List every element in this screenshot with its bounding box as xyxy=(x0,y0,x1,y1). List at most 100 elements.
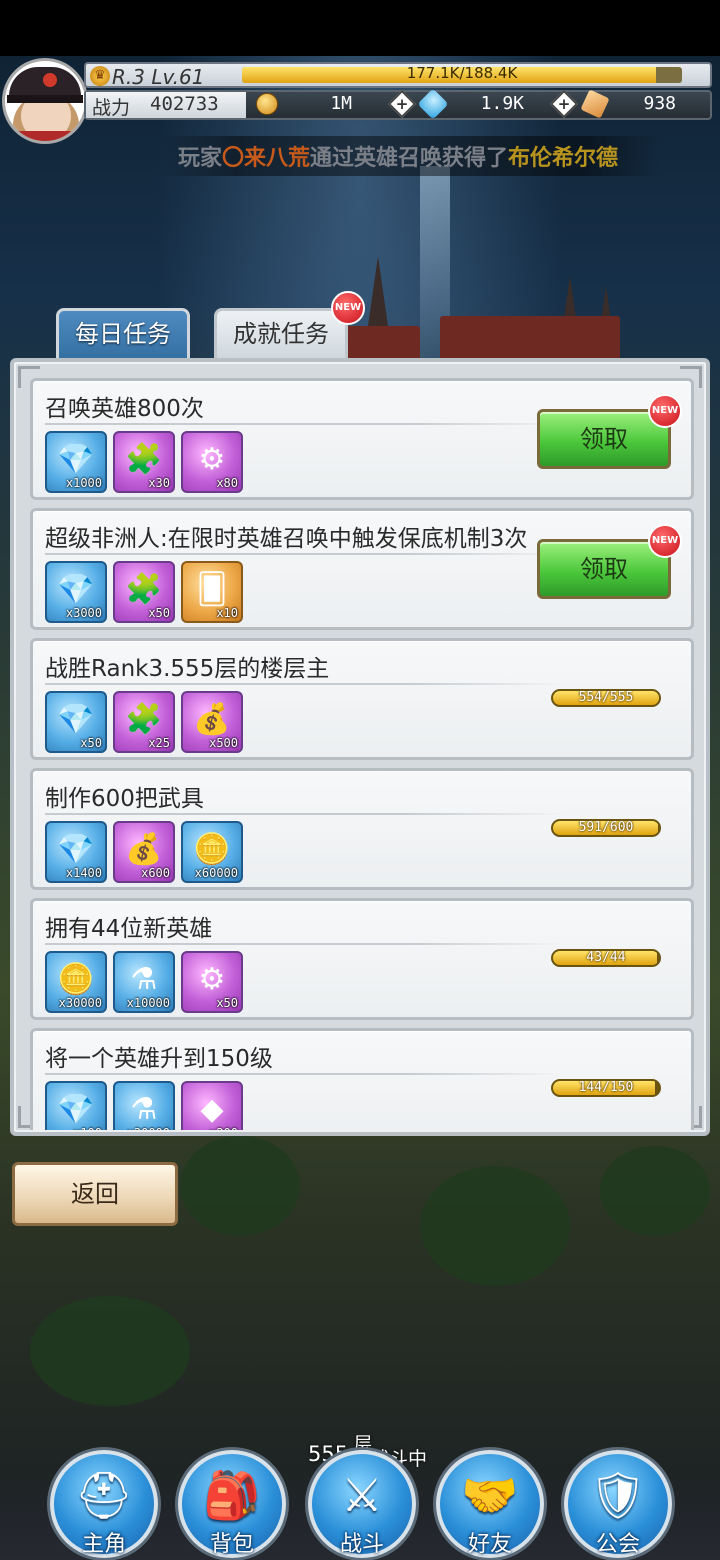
rank-crown-icon: ♛ xyxy=(90,66,110,86)
quest-title: 战胜Rank3.555层的楼层主 xyxy=(45,656,330,682)
nav-friends[interactable]: 🤝 好友 xyxy=(436,1450,544,1558)
tab-daily-label: 每日任务 xyxy=(75,320,171,348)
player-avatar[interactable] xyxy=(2,58,88,144)
combat-power-panel: 战力 402733 xyxy=(86,92,246,119)
claim-button[interactable]: 领取 NEW xyxy=(537,394,682,469)
marquee-player: 〇来八荒 xyxy=(222,146,311,171)
reward-item[interactable]: 🧩 x25 xyxy=(113,691,175,753)
reward-quantity: x50 xyxy=(80,736,102,750)
reward-item[interactable]: 🧩 x30 xyxy=(113,431,175,493)
reward-item[interactable]: 🂠 x10 xyxy=(181,561,243,623)
quest-progress-bar: 591/600 xyxy=(551,819,661,837)
reward-quantity: x500 xyxy=(209,736,238,750)
handshake-icon: 🤝 xyxy=(461,1468,519,1522)
reward-item[interactable]: ⚙ x50 xyxy=(181,951,243,1013)
claim-button-label: 领取 xyxy=(580,555,628,583)
nav-backpack[interactable]: 🎒 背包 xyxy=(178,1450,286,1558)
reward-quantity: x1400 xyxy=(65,866,102,880)
quest-row: 制作600把武具 💎 x1400 💰 x600 🪙 x60000 591/600 xyxy=(30,768,694,890)
nav-guild-label: 公会 xyxy=(595,1532,640,1557)
quest-row: 超级非洲人:在限时英雄召唤中触发保底机制3次 💎 x3000 🧩 x50 🂠 x10 领取 NE… xyxy=(30,508,694,630)
marquee-middle: 通过英雄召唤获得了 xyxy=(310,146,509,171)
quest-progress-text: 144/150 xyxy=(578,1080,634,1095)
quest-divider xyxy=(45,1073,565,1075)
potion-icon: ⚗ xyxy=(130,1092,158,1127)
tab-achievement-label: 成就任务 xyxy=(233,320,329,348)
reward-quantity: x80 xyxy=(216,476,238,490)
quest-divider xyxy=(45,683,565,685)
reward-item[interactable]: 💰 x600 xyxy=(113,821,175,883)
reward-quantity: x10 xyxy=(216,606,238,620)
add-diamond-button[interactable]: + xyxy=(549,89,579,119)
quest-title: 制作600把武具 xyxy=(45,786,204,812)
quest-progress-text: 591/600 xyxy=(578,820,634,835)
quest-divider xyxy=(45,943,565,945)
announcement-marquee: 玩家〇来八荒通过英雄召唤获得了布伦希尔德 xyxy=(160,136,660,176)
add-gold-button[interactable]: + xyxy=(387,89,417,119)
quest-title: 超级非洲人:在限时英雄召唤中触发保底机制3次 xyxy=(45,526,528,552)
quest-title: 将一个英雄升到150级 xyxy=(45,1046,273,1072)
reward-item[interactable]: 💎 x50 xyxy=(45,691,107,753)
quest-title: 召唤英雄800次 xyxy=(45,396,204,422)
gold-amount: 1M xyxy=(330,93,352,114)
reward-quantity: x200 xyxy=(209,1126,238,1130)
quest-divider xyxy=(45,423,565,425)
reward-item[interactable]: ◆x200 xyxy=(181,1081,243,1130)
nav-guild[interactable]: 🛡 公会 xyxy=(564,1450,672,1558)
rank-level-bar: ♛ R.3 Lv.61 177.1K/188.4K xyxy=(84,62,712,89)
marquee-prefix: 玩家 xyxy=(178,146,223,171)
reward-item[interactable]: 🧩 x50 xyxy=(113,561,175,623)
quest-panel: 召唤英雄800次 💎 x1000 🧩 x30 ⚙ x80 领取 NEW 超级非洲人:在限时英雄召唤… xyxy=(10,358,710,1136)
quest-divider xyxy=(45,813,565,815)
reward-item[interactable]: 🪙 x30000 xyxy=(45,951,107,1013)
claim-button-label: 领取 xyxy=(580,425,628,453)
reward-item[interactable]: 💎 x3000 xyxy=(45,561,107,623)
reward-quantity: x30000 xyxy=(127,1126,170,1130)
reward-quantity: x600 xyxy=(141,866,170,880)
coin-icon xyxy=(256,93,278,115)
quest-progress-text: 554/555 xyxy=(578,690,634,705)
combat-power-label: 战力 xyxy=(92,97,131,119)
reward-quantity: x25 xyxy=(148,736,170,750)
reward-quantity: x50 xyxy=(148,606,170,620)
diamond-icon xyxy=(417,88,449,120)
ticket-icon xyxy=(580,89,610,119)
nav-hero[interactable]: ⛑ 主角 xyxy=(50,1450,158,1558)
tab-daily-quests[interactable]: 每日任务 xyxy=(56,308,190,358)
exp-text: 177.1K/188.4K xyxy=(406,64,518,82)
new-badge: NEW xyxy=(648,394,682,428)
tab-achievement-quests[interactable]: 成就任务 NEW xyxy=(214,291,365,358)
resource-bar: 战力 402733 1M + 1.9K + 938 xyxy=(84,88,712,120)
reward-item[interactable]: 🪙 x60000 xyxy=(181,821,243,883)
quest-divider xyxy=(45,553,565,555)
guild-emblem-icon: 🛡 xyxy=(588,1468,648,1522)
reward-quantity: x1000 xyxy=(65,476,102,490)
reward-quantity: x100 xyxy=(73,1126,102,1130)
back-button[interactable]: 返回 xyxy=(12,1162,178,1226)
quest-progress-bar: 554/555 xyxy=(551,689,661,707)
reward-item[interactable]: 💎x100 xyxy=(45,1081,107,1130)
reward-item[interactable]: ⚗ x10000 xyxy=(113,951,175,1013)
reward-item[interactable]: ⚗x30000 xyxy=(113,1081,175,1130)
reward-quantity: x50 xyxy=(216,996,238,1010)
diamond-icon: 💎 xyxy=(57,1092,95,1127)
claim-button[interactable]: 领取 NEW xyxy=(537,524,682,599)
nav-battle[interactable]: ⚔ 战斗 xyxy=(308,1450,416,1558)
combat-power-value: 402733 xyxy=(150,93,219,115)
reward-item[interactable]: ⚙ x80 xyxy=(181,431,243,493)
nav-friends-label: 好友 xyxy=(467,1532,512,1557)
reward-item[interactable]: 💎 x1000 xyxy=(45,431,107,493)
quest-row: 战胜Rank3.555层的楼层主 💎 x50 🧩 x25 💰 x500 554/555 xyxy=(30,638,694,760)
quest-list[interactable]: 召唤英雄800次 💎 x1000 🧩 x30 ⚙ x80 领取 NEW 超级非洲人:在限时英雄召唤… xyxy=(26,374,698,1130)
reward-quantity: x30 xyxy=(148,476,170,490)
reward-quantity: x10000 xyxy=(126,996,170,1010)
reward-item[interactable]: 💰 x500 xyxy=(181,691,243,753)
quest-title: 拥有44位新英雄 xyxy=(45,916,213,942)
nav-backpack-label: 背包 xyxy=(209,1532,254,1557)
status-bar-area xyxy=(0,0,720,56)
quest-row: 将一个英雄升到150级💎x100⚗x30000◆x200144/150 xyxy=(30,1028,694,1130)
nav-hero-label: 主角 xyxy=(81,1532,126,1557)
new-badge: NEW xyxy=(331,291,365,325)
reward-quantity: x60000 xyxy=(194,866,238,880)
reward-item[interactable]: 💎 x1400 xyxy=(45,821,107,883)
